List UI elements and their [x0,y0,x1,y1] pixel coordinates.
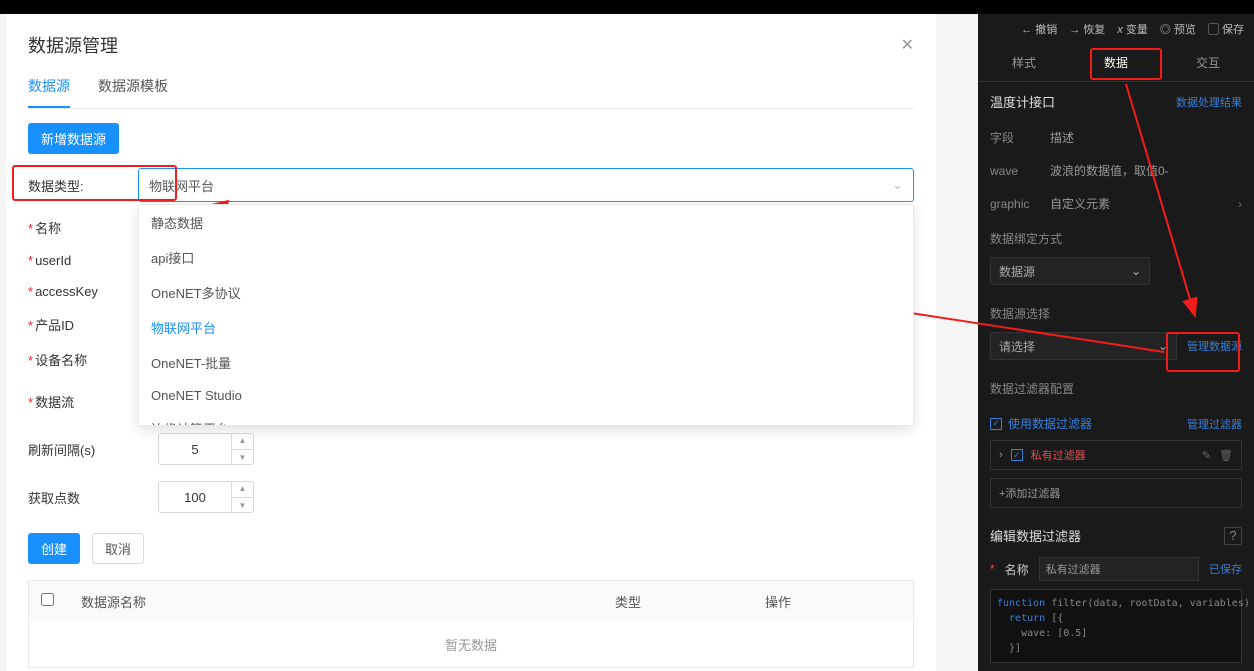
step-up-icon[interactable]: ▲ [232,481,253,498]
step-down-icon[interactable]: ▼ [232,498,253,514]
manage-datasource-link[interactable]: 管理数据源 [1187,338,1242,354]
datatype-label: 数据类型: [28,176,138,195]
chevron-down-icon: ⌄ [892,177,903,193]
code-editor[interactable]: function filter(data, rootData, variable… [990,589,1242,663]
dropdown-item[interactable]: 边缘计算平台 [139,411,913,426]
chevron-right-icon: › [999,449,1003,461]
empty-state: 暂无数据 [29,621,913,667]
dropdown-item[interactable]: OneNET多协议 [139,275,913,310]
required-asterisk: * [990,562,995,576]
col-name: 数据源名称 [69,592,603,611]
field-desc: 自定义元素 [1050,195,1238,212]
dropdown-item[interactable]: api接口 [139,240,913,275]
dropdown-item[interactable]: OneNET-批量 [139,345,913,380]
use-filter-checkbox[interactable]: ✓ 使用数据过滤器 [990,415,1092,432]
step-down-icon[interactable]: ▼ [232,450,253,466]
dropdown-item[interactable]: 物联网平台 [139,310,913,345]
datasource-modal: 数据源管理 ✕ 数据源 数据源模板 新增数据源 数据类型: 物联网平台 ⌄ 静态… [6,14,936,671]
step-up-icon[interactable]: ▲ [232,433,253,450]
help-icon[interactable]: ? [1224,527,1242,545]
trash-icon[interactable]: 🗑 [1219,449,1233,462]
chevron-right-icon[interactable]: › [1238,197,1242,211]
col-type: 类型 [603,592,753,611]
private-filter-item[interactable]: › ✓ 私有过滤器 ✎ 🗑 [990,440,1242,470]
right-panel: ← 撤销 → 恢复 x 变量 ◎ 预览 ▢ 保存 样式 数据 交互 温度计接口 … [978,14,1254,671]
field-name: wave [990,164,1050,178]
desc-header: 描述 [1050,129,1242,146]
refresh-label: 刷新间隔(s) [28,440,138,459]
tab-datasource[interactable]: 数据源 [28,76,70,108]
variable-button[interactable]: x 变量 [1117,21,1148,37]
datasource-select-label: 数据源选择 [978,295,1254,332]
add-filter-button[interactable]: +添加过滤器 [990,478,1242,508]
manage-filter-link[interactable]: 管理过滤器 [1187,416,1242,432]
dropdown-item[interactable]: OneNET Studio [139,380,913,411]
cancel-button[interactable]: 取消 [92,533,144,564]
accesskey-label: accessKey [35,284,98,299]
chevron-down-icon: ⌄ [1131,264,1141,278]
points-label: 获取点数 [28,488,138,507]
filter-name: 私有过滤器 [1031,447,1086,463]
refresh-input[interactable]: 5 ▲▼ [158,433,254,465]
right-tabs: 样式 数据 交互 [978,44,1254,82]
datasource-table: 数据源名称 类型 操作 暂无数据 [28,580,914,668]
right-toolbar: ← 撤销 → 恢复 x 变量 ◎ 预览 ▢ 保存 [978,14,1254,44]
redo-button[interactable]: → 恢复 [1069,21,1105,37]
tab-interact[interactable]: 交互 [1162,44,1254,81]
tab-style[interactable]: 样式 [978,44,1070,81]
filter-config-label: 数据过滤器配置 [978,370,1254,407]
create-button[interactable]: 创建 [28,533,80,564]
points-input[interactable]: 100 ▲▼ [158,481,254,513]
undo-button[interactable]: ← 撤销 [1021,21,1057,37]
datatype-select[interactable]: 物联网平台 ⌄ [138,168,914,202]
saved-status: 已保存 [1209,561,1242,577]
field-name: graphic [990,197,1050,211]
bind-method-select[interactable]: 数据源⌄ [990,257,1150,285]
checkbox-icon: ✓ [990,418,1002,430]
save-button[interactable]: ▢ 保存 [1208,21,1244,37]
select-all-checkbox[interactable] [41,593,54,606]
bind-method-label: 数据绑定方式 [978,220,1254,257]
dropdown-item[interactable]: 静态数据 [139,205,913,240]
chevron-down-icon: ⌄ [1158,339,1168,353]
data-result-link[interactable]: 数据处理结果 [1176,94,1242,110]
name-label: 名称 [35,221,61,236]
top-black-bar [0,0,1254,14]
col-op: 操作 [753,592,913,611]
tab-template[interactable]: 数据源模板 [98,76,168,108]
edit-filter-label: 编辑数据过滤器 [990,526,1081,545]
modal-title: 数据源管理 [28,32,118,58]
filter-name-input[interactable] [1039,557,1199,581]
field-desc: 波浪的数据值，取值0- [1050,162,1242,179]
name-label: 名称 [1005,561,1029,578]
datastream-label: 数据流 [35,395,74,410]
productid-label: 产品ID [35,318,74,333]
component-title: 温度计接口 [990,92,1055,111]
datasource-select[interactable]: 请选择⌄ [990,332,1177,360]
modal-tabs: 数据源 数据源模板 [28,76,914,109]
preview-button[interactable]: ◎ 预览 [1160,21,1196,37]
devicename-label: 设备名称 [35,353,87,368]
checkbox-icon: ✓ [1011,449,1023,461]
field-header: 字段 [990,129,1050,146]
add-datasource-button[interactable]: 新增数据源 [28,123,119,154]
datatype-dropdown: 静态数据 api接口 OneNET多协议 物联网平台 OneNET-批量 One… [138,204,914,426]
tab-data[interactable]: 数据 [1070,44,1162,81]
userid-label: userId [35,253,71,268]
close-icon[interactable]: ✕ [901,35,914,55]
edit-icon[interactable]: ✎ [1202,449,1211,462]
